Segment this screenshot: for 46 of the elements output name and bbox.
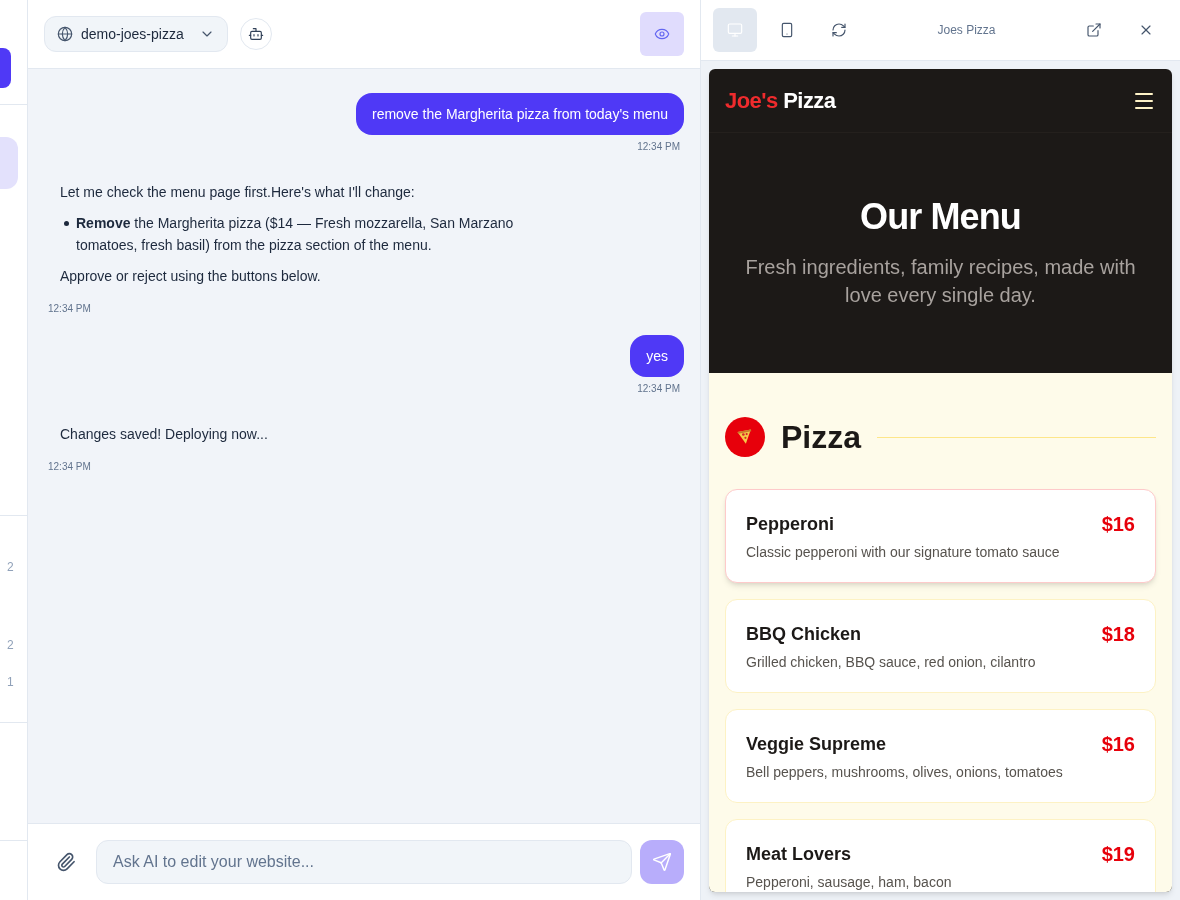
preview-toggle-button[interactable] bbox=[640, 12, 684, 56]
robot-button[interactable] bbox=[240, 18, 272, 50]
count-text: 1 bbox=[6, 674, 14, 690]
message-text: Changes saved! Deploying now... bbox=[60, 425, 268, 444]
pizza-slice-icon bbox=[725, 417, 765, 457]
sidebar-button[interactable] bbox=[0, 48, 11, 88]
item-description: Bell peppers, mushrooms, olives, onions, tomatoes bbox=[746, 763, 1064, 782]
count-text: 2 bbox=[6, 559, 14, 575]
item-price: $16 bbox=[1101, 732, 1135, 757]
item-name: Veggie Supreme bbox=[746, 733, 887, 756]
section-title: Pizza bbox=[781, 418, 862, 457]
message-text: Let me check the menu page first.Here's what I'll change: bbox=[60, 183, 416, 202]
message-time: 12:34 PM bbox=[48, 461, 91, 473]
message-text: Remove the Margherita pizza ($14 — Fresh mozzarella, San Marzano tomatoes, fresh basil) from the pizza section of the menu. bbox=[76, 214, 515, 255]
item-name: Meat Lovers bbox=[746, 843, 852, 866]
item-description: Grilled chicken, BBQ sauce, red onion, cilantro bbox=[746, 653, 1037, 672]
site-selector[interactable]: demo-joes-pizza bbox=[44, 16, 228, 52]
message-text: Approve or reject using the buttons below. bbox=[60, 267, 322, 286]
globe-icon bbox=[57, 26, 73, 42]
preview-title: Joes Pizza bbox=[936, 22, 997, 38]
paperclip-icon bbox=[56, 852, 76, 872]
external-link-icon bbox=[1086, 22, 1102, 38]
eye-icon bbox=[654, 26, 670, 42]
refresh-icon bbox=[831, 22, 847, 38]
send-icon bbox=[652, 852, 672, 872]
bullet-icon bbox=[64, 221, 69, 226]
count-text: 2 bbox=[6, 637, 14, 653]
site-logo[interactable]: Joe's Pizza bbox=[725, 86, 836, 115]
hero-subtitle: Fresh ingredients, family recipes, made with love every single day. bbox=[744, 255, 1137, 308]
user-message: yes bbox=[630, 335, 684, 377]
robot-icon bbox=[248, 26, 264, 42]
message-time: 12:34 PM bbox=[637, 141, 681, 153]
item-price: $18 bbox=[1101, 622, 1135, 647]
message-input[interactable]: Ask AI to edit your website... bbox=[96, 840, 632, 884]
message-time: 12:34 PM bbox=[637, 383, 681, 395]
item-name: Pepperoni bbox=[746, 513, 834, 536]
item-name: BBQ Chicken bbox=[746, 623, 862, 646]
item-price: $16 bbox=[1101, 512, 1135, 537]
monitor-icon bbox=[727, 22, 743, 38]
hero-title: Our Menu bbox=[860, 197, 1021, 237]
message-time: 12:34 PM bbox=[48, 303, 91, 315]
item-description: Pepperoni, sausage, ham, bacon bbox=[746, 873, 953, 892]
user-message: remove the Margherita pizza from today's menu bbox=[355, 93, 684, 135]
item-price: $19 bbox=[1101, 842, 1135, 867]
item-description: Classic pepperoni with our signature tomato sauce bbox=[746, 543, 1061, 562]
smartphone-icon bbox=[779, 22, 795, 38]
